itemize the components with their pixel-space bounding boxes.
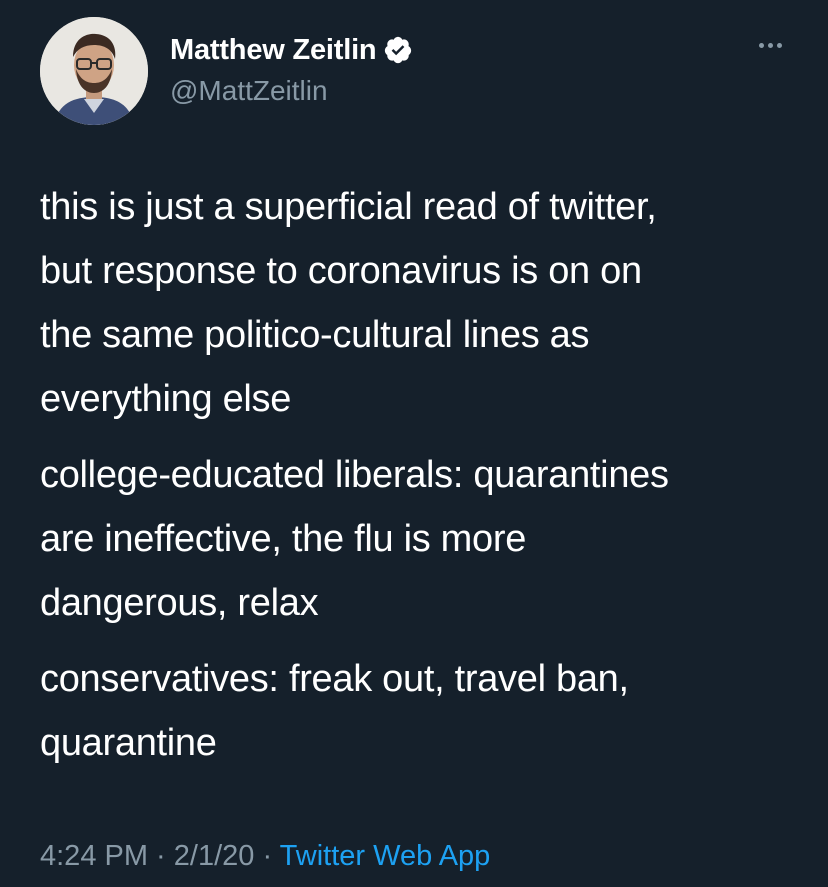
tweet-card: Matthew Zeitlin @MattZeitlin this is jus… <box>0 0 828 887</box>
author-display-name[interactable]: Matthew Zeitlin <box>170 32 377 68</box>
more-horizontal-icon <box>776 42 782 48</box>
tweet-date[interactable]: 2/1/20 <box>174 840 255 872</box>
author-handle[interactable]: @MattZeitlin <box>170 74 328 108</box>
tweet-paragraph: conservatives: freak out, travel ban, qu… <box>40 658 629 764</box>
tweet-text: this is just a superficial read of twitt… <box>40 175 810 787</box>
tweet-time[interactable]: 4:24 PM <box>40 840 148 872</box>
tweet-paragraph: college-educated liberals: quarantines a… <box>40 454 669 624</box>
more-horizontal-icon <box>767 42 773 48</box>
avatar[interactable] <box>40 17 148 125</box>
avatar-photo <box>40 17 148 125</box>
more-options-button[interactable] <box>750 30 790 60</box>
author-name-row[interactable]: Matthew Zeitlin <box>170 32 413 68</box>
meta-separator: · <box>148 840 174 872</box>
meta-separator: · <box>254 840 280 872</box>
tweet-source-link[interactable]: Twitter Web App <box>280 840 491 872</box>
more-horizontal-icon <box>758 42 764 48</box>
tweet-metadata: 4:24 PM · 2/1/20 · Twitter Web App <box>40 836 490 876</box>
tweet-paragraph: this is just a superficial read of twitt… <box>40 186 657 420</box>
verified-badge-icon <box>383 35 413 65</box>
